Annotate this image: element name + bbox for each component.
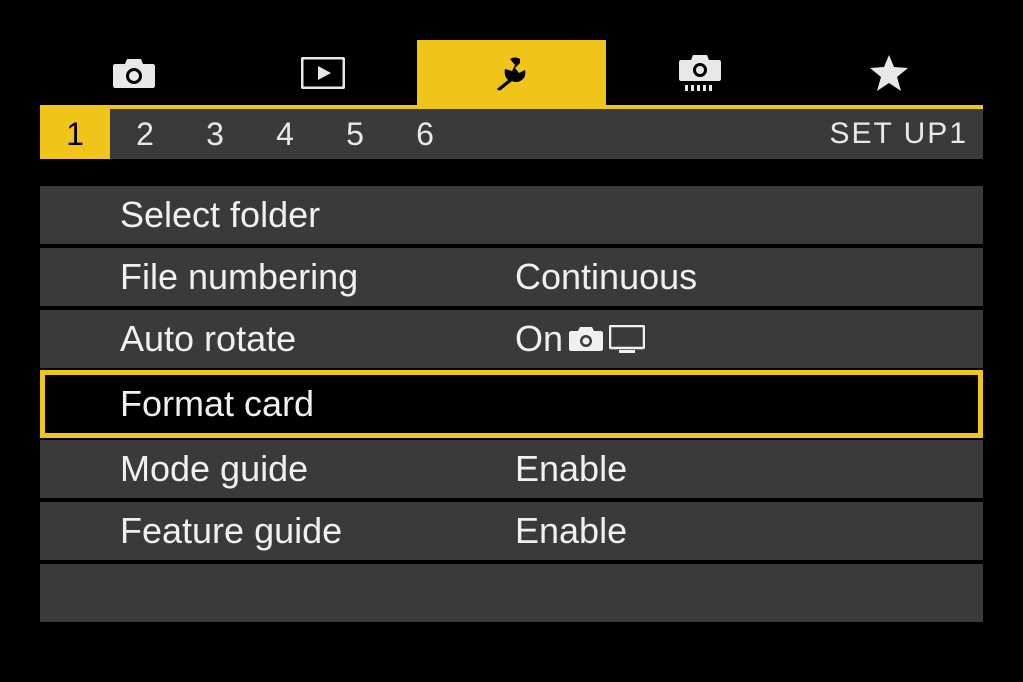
menu-item-label: Format card bbox=[120, 383, 515, 425]
menu-item-auto-rotate[interactable]: Auto rotate On bbox=[40, 308, 983, 370]
empty-menu-slot bbox=[40, 562, 983, 624]
menu-item-feature-guide[interactable]: Feature guide Enable bbox=[40, 500, 983, 562]
tab-custom[interactable] bbox=[606, 40, 795, 105]
page-tab-3[interactable]: 3 bbox=[180, 109, 250, 159]
page-tab-2[interactable]: 2 bbox=[110, 109, 180, 159]
menu-item-label: Feature guide bbox=[120, 510, 515, 552]
camera-icon bbox=[113, 57, 155, 89]
menu-item-select-folder[interactable]: Select folder bbox=[40, 184, 983, 246]
menu-item-label: Auto rotate bbox=[120, 318, 515, 360]
menu-list: Select folder File numbering Continuous … bbox=[40, 184, 983, 624]
top-tab-bar bbox=[40, 40, 983, 105]
page-tab-5[interactable]: 5 bbox=[320, 109, 390, 159]
tab-setup[interactable] bbox=[417, 40, 606, 105]
menu-item-label: Select folder bbox=[120, 194, 515, 236]
tab-mymenu[interactable] bbox=[794, 40, 983, 105]
menu-item-mode-guide[interactable]: Mode guide Enable bbox=[40, 438, 983, 500]
tab-shooting[interactable] bbox=[40, 40, 229, 105]
monitor-icon bbox=[609, 325, 645, 353]
tab-playback[interactable] bbox=[229, 40, 418, 105]
page-tab-6[interactable]: 6 bbox=[390, 109, 460, 159]
menu-item-value: On bbox=[515, 318, 645, 360]
camera-level-icon bbox=[679, 53, 721, 93]
page-section-label: SET UP1 bbox=[830, 117, 969, 151]
star-icon bbox=[869, 54, 909, 92]
menu-item-value-text: On bbox=[515, 318, 563, 360]
menu-item-file-numbering[interactable]: File numbering Continuous bbox=[40, 246, 983, 308]
menu-item-label: Mode guide bbox=[120, 448, 515, 490]
menu-item-label: File numbering bbox=[120, 256, 515, 298]
playback-icon bbox=[301, 57, 345, 89]
page-tab-bar: 1 2 3 4 5 6 SET UP1 bbox=[40, 109, 983, 159]
page-tab-4[interactable]: 4 bbox=[250, 109, 320, 159]
camera-menu-screen: 1 2 3 4 5 6 SET UP1 Select folder File n… bbox=[40, 40, 983, 642]
camera-icon bbox=[569, 326, 603, 352]
menu-item-value: Enable bbox=[515, 448, 627, 490]
menu-item-value: Continuous bbox=[515, 256, 697, 298]
menu-item-format-card[interactable]: Format card bbox=[40, 370, 983, 438]
menu-item-value: Enable bbox=[515, 510, 627, 552]
wrench-icon bbox=[492, 55, 530, 91]
page-tab-1[interactable]: 1 bbox=[40, 109, 110, 159]
